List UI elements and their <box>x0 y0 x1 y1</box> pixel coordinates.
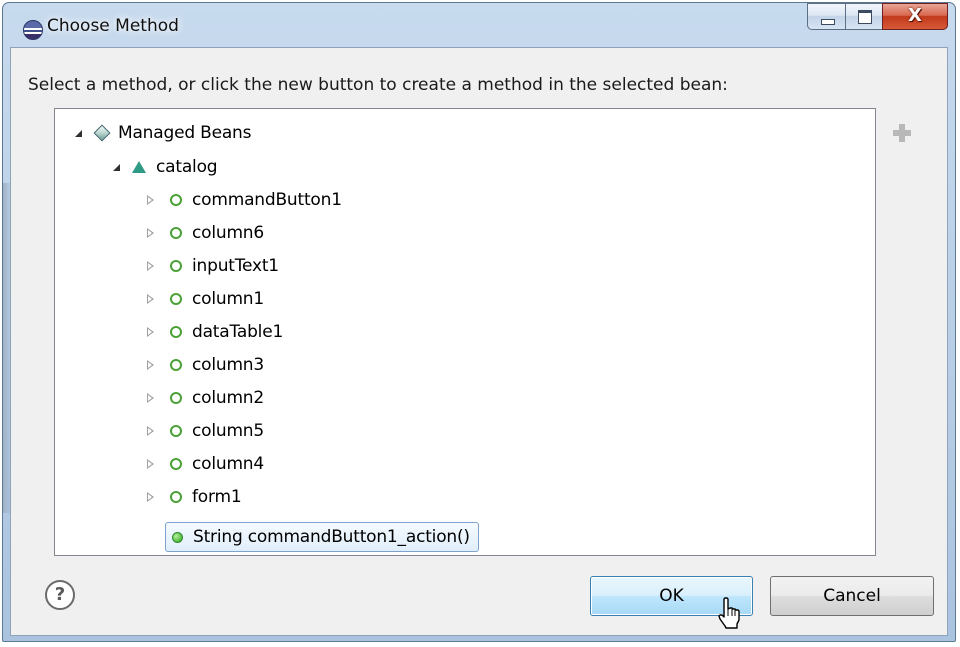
tree-node-label: commandButton1 <box>192 190 342 210</box>
expand-arrow-icon[interactable] <box>147 360 154 370</box>
expand-arrow-icon[interactable] <box>147 195 154 205</box>
field-icon <box>170 392 182 404</box>
tree-node-field[interactable]: column5 <box>147 416 264 446</box>
bean-triangle-icon <box>132 161 146 173</box>
field-icon <box>170 260 182 272</box>
tree-node-label: form1 <box>192 487 242 507</box>
field-icon <box>170 458 182 470</box>
tree-node-catalog[interactable]: catalog <box>113 152 218 182</box>
field-icon <box>170 194 182 206</box>
tree-node-label: String commandButton1_action() <box>193 527 470 547</box>
tree-node-label: Managed Beans <box>118 123 252 143</box>
tree-node-field[interactable]: dataTable1 <box>147 317 283 347</box>
expand-arrow-icon[interactable] <box>147 261 154 271</box>
window-title: Choose Method <box>47 16 179 36</box>
expand-arrow-icon[interactable] <box>147 228 154 238</box>
expand-arrow-icon[interactable] <box>147 327 154 337</box>
collapse-arrow-icon[interactable] <box>113 163 120 171</box>
minimize-button[interactable] <box>807 3 845 30</box>
collapse-arrow-icon[interactable] <box>75 129 82 137</box>
tree-node-method-selected[interactable]: String commandButton1_action() <box>165 522 479 552</box>
tree-node-label: column5 <box>192 421 264 441</box>
maximize-button[interactable] <box>845 3 882 30</box>
close-button[interactable]: X <box>882 3 948 30</box>
field-icon <box>170 425 182 437</box>
tree-node-field[interactable]: column2 <box>147 383 264 413</box>
tree-node-field[interactable]: inputText1 <box>147 251 279 281</box>
mouse-cursor-icon <box>718 597 740 629</box>
tree-node-managed-beans[interactable]: Managed Beans <box>75 118 251 148</box>
expand-arrow-icon[interactable] <box>147 393 154 403</box>
method-icon <box>172 531 183 543</box>
method-tree[interactable]: Managed Beans catalog commandButton1 col… <box>54 108 876 556</box>
close-icon: X <box>908 5 922 26</box>
tree-node-label: dataTable1 <box>192 322 284 342</box>
tree-node-label: catalog <box>156 157 218 177</box>
diamond-icon <box>93 124 111 142</box>
tree-node-field[interactable]: form1 <box>147 482 242 512</box>
cancel-button[interactable]: Cancel <box>770 576 934 616</box>
expand-arrow-icon[interactable] <box>147 426 154 436</box>
field-icon <box>170 491 182 503</box>
tree-node-label: column2 <box>192 388 264 408</box>
add-method-button[interactable] <box>893 124 911 142</box>
help-icon[interactable]: ? <box>45 580 75 610</box>
tree-node-label: inputText1 <box>192 256 279 276</box>
minimize-icon <box>821 19 835 25</box>
maximize-icon <box>858 10 872 24</box>
tree-node-field[interactable]: commandButton1 <box>147 185 342 215</box>
expand-arrow-icon[interactable] <box>147 459 154 469</box>
expand-arrow-icon[interactable] <box>147 492 154 502</box>
tree-node-field[interactable]: column1 <box>147 284 264 314</box>
tree-node-label: column6 <box>192 223 264 243</box>
field-icon <box>170 227 182 239</box>
expand-arrow-icon[interactable] <box>147 294 154 304</box>
caption-buttons: X <box>807 3 948 35</box>
tree-node-label: column3 <box>192 355 264 375</box>
field-icon <box>170 293 182 305</box>
field-icon <box>170 326 182 338</box>
tree-node-label: column4 <box>192 454 264 474</box>
tree-node-label: column1 <box>192 289 264 309</box>
tree-node-field[interactable]: column4 <box>147 449 264 479</box>
field-icon <box>170 359 182 371</box>
title-bar[interactable]: Choose Method X <box>3 3 955 51</box>
instruction-text: Select a method, or click the new button… <box>28 75 728 95</box>
tree-node-field[interactable]: column6 <box>147 218 264 248</box>
tree-node-field[interactable]: column3 <box>147 350 264 380</box>
eclipse-app-icon <box>23 20 43 40</box>
